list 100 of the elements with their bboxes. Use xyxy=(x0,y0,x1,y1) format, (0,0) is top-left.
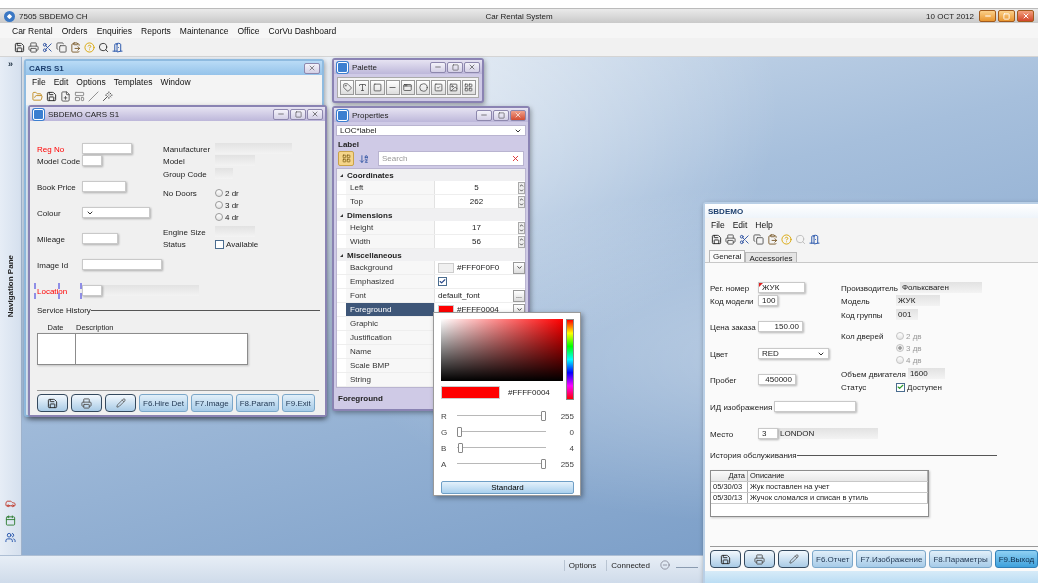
function-button[interactable]: F6.Отчет xyxy=(812,550,854,568)
function-button[interactable]: F7.Image xyxy=(190,394,233,412)
object-selector[interactable]: LOC*label xyxy=(336,125,526,136)
print-icon[interactable] xyxy=(725,234,736,245)
property-name[interactable]: Background xyxy=(346,261,435,274)
checkbox[interactable] xyxy=(438,277,447,286)
cut-icon[interactable] xyxy=(739,234,750,245)
function-button[interactable]: F8.Param xyxy=(235,394,279,412)
palette-tool-button[interactable] xyxy=(355,80,370,95)
palette-tool-button[interactable] xyxy=(431,80,446,95)
menu-item[interactable]: Maintenance xyxy=(179,25,229,36)
property-name[interactable]: Foreground xyxy=(346,303,435,316)
print-button[interactable] xyxy=(744,550,775,568)
palette-tool-button[interactable] xyxy=(416,80,431,95)
tab[interactable]: Accessories xyxy=(745,252,797,262)
menu-item[interactable]: Car Rental xyxy=(12,25,53,36)
text-field[interactable] xyxy=(82,259,162,270)
save-icon[interactable] xyxy=(14,41,25,53)
maximize-button[interactable] xyxy=(998,10,1015,22)
menu-item[interactable]: File xyxy=(32,76,46,87)
paste-icon[interactable] xyxy=(767,234,778,245)
radio-button[interactable] xyxy=(215,189,223,197)
copy-icon[interactable] xyxy=(56,41,67,53)
layout-icon[interactable] xyxy=(74,91,85,102)
text-field[interactable] xyxy=(774,401,857,412)
menu-item[interactable]: Help xyxy=(755,219,773,230)
palette-tool-button[interactable] xyxy=(446,80,461,95)
spinner-icon[interactable] xyxy=(518,235,525,248)
menu-item[interactable]: File xyxy=(711,219,725,230)
print-icon[interactable] xyxy=(28,41,39,53)
minimize-button[interactable] xyxy=(476,109,492,121)
dropdown-button[interactable] xyxy=(513,261,525,274)
checkbox[interactable] xyxy=(215,239,224,249)
menu-item[interactable]: Office xyxy=(237,25,260,36)
spinner-icon[interactable] xyxy=(518,181,525,194)
menu-item[interactable]: CorVu Dashboard xyxy=(268,25,337,36)
car-icon[interactable] xyxy=(5,498,16,509)
text-field[interactable] xyxy=(82,143,132,154)
wand-icon[interactable] xyxy=(102,91,113,102)
property-name[interactable]: Width xyxy=(346,235,435,248)
maximize-button[interactable] xyxy=(290,108,306,120)
property-name[interactable]: Scale BMP xyxy=(346,359,435,372)
text-field[interactable] xyxy=(82,285,102,296)
palette-tool-button[interactable] xyxy=(400,80,416,95)
save-icon[interactable] xyxy=(711,234,722,245)
text-field[interactable]: 3 xyxy=(758,428,778,439)
function-button[interactable]: F9.Выход xyxy=(994,550,1038,568)
save-button[interactable] xyxy=(37,394,68,412)
text-field[interactable] xyxy=(82,155,103,166)
property-name[interactable]: String xyxy=(346,373,435,386)
text-field[interactable] xyxy=(82,181,126,192)
new-file-icon[interactable] xyxy=(60,91,71,102)
radio-button[interactable] xyxy=(215,213,223,221)
slider-thumb[interactable] xyxy=(541,459,546,469)
users-icon[interactable] xyxy=(5,532,16,543)
radio-button[interactable] xyxy=(215,201,223,209)
group-header[interactable]: Dimensions xyxy=(337,209,525,221)
property-name[interactable]: Font xyxy=(346,289,435,302)
minimize-button[interactable] xyxy=(979,10,996,22)
copy-icon[interactable] xyxy=(753,234,764,245)
close-button[interactable] xyxy=(464,61,480,73)
menu-item[interactable]: Reports xyxy=(141,25,171,36)
text-field[interactable]: 150.00 xyxy=(758,321,803,332)
text-field[interactable]: ЖУК xyxy=(758,282,805,293)
function-button[interactable]: F8.Параметры xyxy=(929,550,992,568)
property-name[interactable]: Graphic xyxy=(346,317,435,330)
maximize-button[interactable] xyxy=(493,109,509,121)
tab[interactable]: General xyxy=(709,250,746,262)
print-button[interactable] xyxy=(71,394,102,412)
group-header[interactable]: Coordinates xyxy=(337,169,525,181)
property-name[interactable]: Height xyxy=(346,221,435,234)
save-icon[interactable] xyxy=(46,91,57,102)
dropdown[interactable]: RED xyxy=(758,348,829,359)
palette-tool-button[interactable] xyxy=(370,80,385,95)
menu-item[interactable]: Orders xyxy=(61,25,88,36)
minimize-button[interactable] xyxy=(273,108,289,120)
minimize-button[interactable] xyxy=(430,61,446,73)
slider-thumb[interactable] xyxy=(458,443,464,453)
cut-icon[interactable] xyxy=(42,41,53,53)
standard-button[interactable]: Standard xyxy=(441,481,574,494)
menu-item[interactable]: Templates xyxy=(113,76,153,87)
close-button[interactable] xyxy=(510,109,526,121)
door-icon[interactable] xyxy=(809,234,820,245)
menu-item[interactable]: Edit xyxy=(732,219,748,230)
palette-tool-button[interactable] xyxy=(385,80,400,95)
function-button[interactable]: F6.Hire Det xyxy=(139,394,188,412)
function-button[interactable]: F9.Exit xyxy=(281,394,315,412)
group-header[interactable]: Miscellaneous xyxy=(337,249,525,261)
edit-button[interactable] xyxy=(778,550,809,568)
palette-tool-button[interactable] xyxy=(340,80,355,95)
property-name[interactable]: Name xyxy=(346,345,435,358)
slider-thumb[interactable] xyxy=(457,427,462,437)
edit-button[interactable] xyxy=(105,394,136,412)
property-name[interactable]: Left xyxy=(346,181,435,194)
close-button[interactable] xyxy=(304,62,320,74)
property-name[interactable]: Top xyxy=(346,195,435,208)
save-button[interactable] xyxy=(710,550,741,568)
zoom-out-icon[interactable] xyxy=(660,560,670,570)
clear-icon[interactable] xyxy=(511,154,520,163)
checkbox[interactable] xyxy=(896,382,905,392)
